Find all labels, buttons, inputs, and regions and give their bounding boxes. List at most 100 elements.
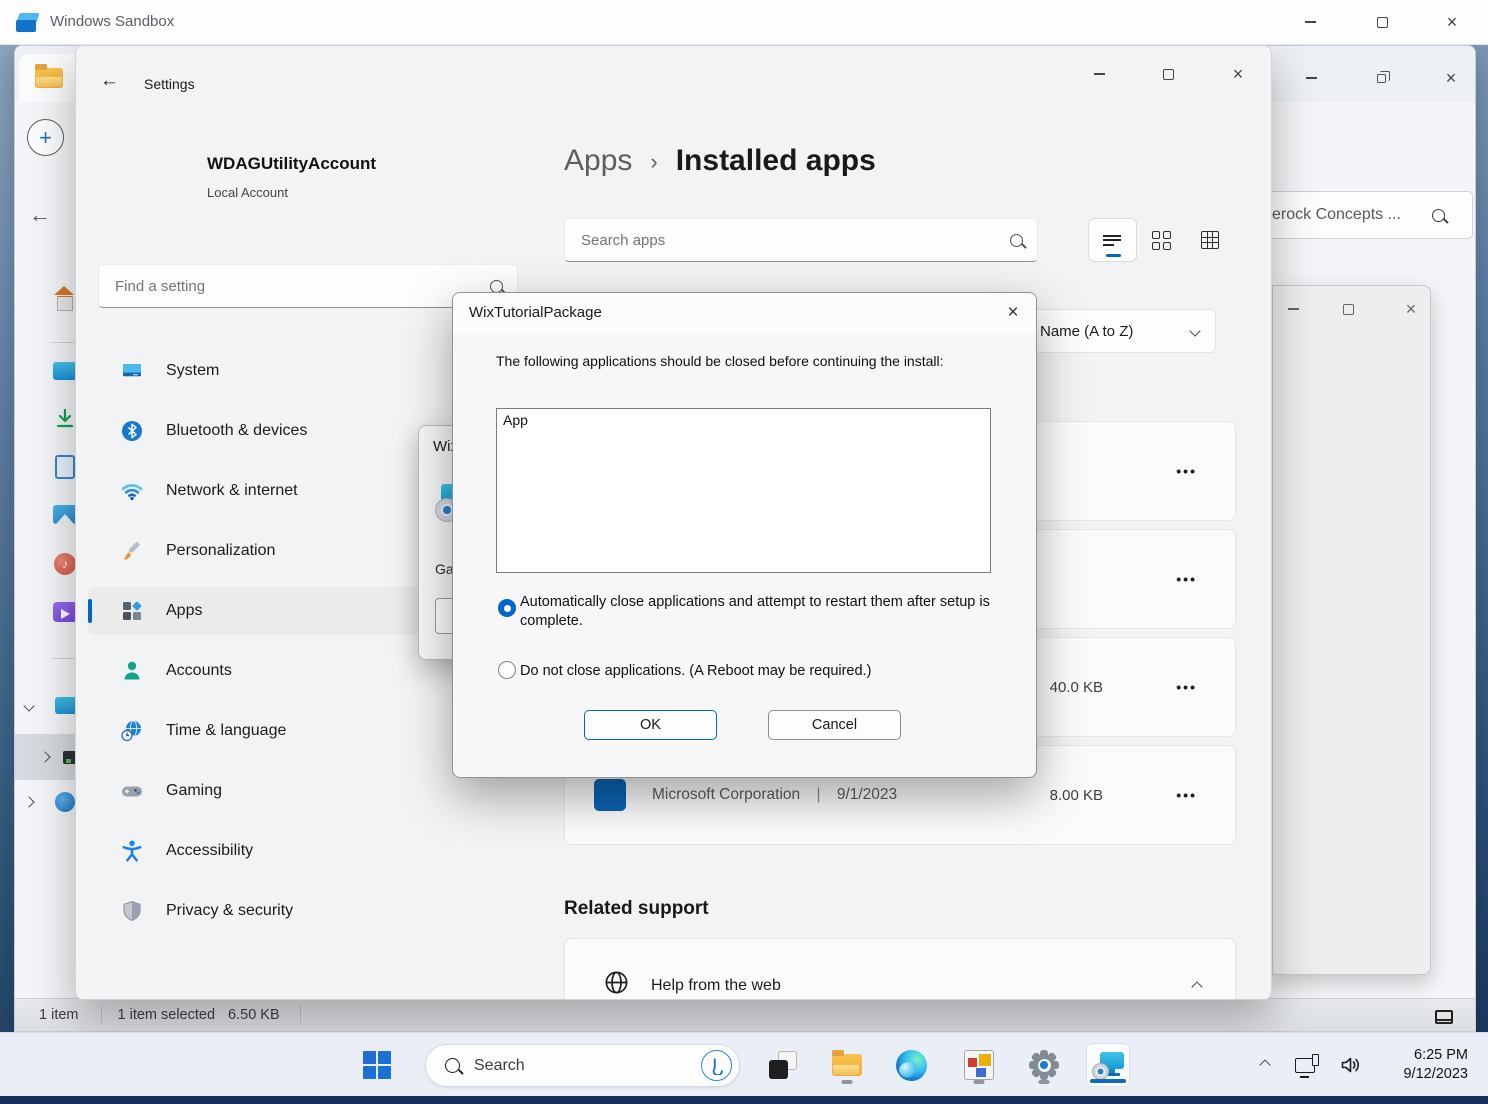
host-minimize-button[interactable] [1287,0,1333,44]
host-titlebar: Windows Sandbox × [0,0,1488,45]
tray-date: 9/12/2023 [1403,1065,1468,1084]
folder-icon [832,1054,862,1076]
tree-expand-chevron[interactable] [23,796,34,807]
sidebar-item-videos[interactable] [53,602,77,622]
installer-app-icon [1092,1050,1124,1080]
settings-minimize-button[interactable] [1076,52,1122,96]
task-view-button[interactable] [761,1043,805,1087]
selection-count: 1 item selected [118,1007,216,1023]
listbox-item[interactable]: App [503,412,984,428]
sidebar-item-this-pc[interactable] [55,697,77,714]
sidebar-item-desktop[interactable] [53,359,77,383]
settings-back-button[interactable]: ← [100,70,119,92]
sidebar-item-music[interactable]: ♪ [54,553,76,575]
search-icon [490,280,503,293]
app-size: 8.00 KB [1050,787,1103,804]
sidebar-item-accessibility[interactable]: Accessibility [88,827,494,875]
more-options-button[interactable]: ••• [1176,571,1197,587]
wifi-icon [120,479,144,503]
dialog-message: The following applications should be clo… [496,353,944,369]
taskbar-settings[interactable] [1022,1043,1066,1087]
dialog-close-button[interactable]: × [990,293,1036,333]
radio-auto-close-label[interactable]: Automatically close applications and att… [520,593,998,631]
breadcrumb-apps[interactable]: Apps [564,144,632,178]
active-running-indicator [1090,1079,1126,1084]
applications-listbox[interactable]: App [496,408,991,573]
tree-collapse-chevron[interactable] [23,700,34,711]
explorer-restore-button[interactable] [1358,56,1404,100]
sidebar-item-pictures[interactable] [53,505,77,524]
table-view-button[interactable] [1185,218,1234,262]
network-icon[interactable] [1295,1058,1315,1073]
settings-maximize-button[interactable] [1145,52,1191,96]
running-indicator [974,1080,985,1084]
related-support-heading: Related support [564,898,709,920]
bing-icon [701,1050,732,1081]
sidebar-item-time-language[interactable]: Time & language [88,707,494,755]
search-apps-box[interactable] [564,218,1038,262]
cancel-button[interactable]: Cancel [768,710,901,740]
help-from-web-label: Help from the web [651,977,781,995]
search-icon [1432,209,1445,222]
new-item-button[interactable]: + [27,119,64,156]
more-options-button[interactable]: ••• [1176,463,1197,479]
tray-overflow-chevron[interactable] [1260,1059,1271,1070]
sort-label: Name (A to Z) [1040,323,1133,340]
task-view-icon [769,1051,797,1079]
thumbnails-view-button[interactable] [1427,1003,1461,1031]
settings-close-button[interactable]: × [1215,52,1261,96]
sidebar-item-system[interactable]: System [88,347,494,395]
more-options-button[interactable]: ••• [1176,787,1197,803]
chevron-up-icon[interactable] [1191,981,1202,992]
bgwin-minimize-button[interactable] [1273,294,1313,324]
system-icon [120,359,144,383]
host-maximize-button[interactable] [1359,0,1405,44]
explorer-status-bar: 1 item 1 item selected 6.50 KB [15,998,1475,1031]
sidebar-item-documents[interactable] [55,455,75,479]
explorer-search-input[interactable] [1272,206,1432,224]
start-button[interactable] [355,1043,399,1087]
edge-icon [896,1050,927,1081]
radio-no-close[interactable] [498,661,516,679]
windows-sandbox-desktop: { "host": { "title": "Windows Sandbox" }… [0,0,1488,1104]
taskbar-search-input[interactable] [474,1057,701,1075]
volume-icon[interactable] [1339,1053,1363,1077]
more-options-button[interactable]: ••• [1176,679,1197,695]
item-count: 1 item [39,1007,79,1023]
taskbar-edge[interactable] [889,1043,933,1087]
bgwin-maximize-button[interactable] [1328,294,1368,324]
find-setting-input[interactable] [115,278,490,295]
sidebar-item-gaming[interactable]: Gaming [88,767,494,815]
explorer-minimize-button[interactable] [1288,56,1334,100]
tree-expand-chevron[interactable] [39,751,50,762]
taskbar-clock[interactable]: 6:25 PM 9/12/2023 [1403,1046,1468,1084]
explorer-close-button[interactable]: × [1428,56,1474,100]
host-close-button[interactable]: × [1429,0,1475,44]
list-view-button[interactable] [1088,218,1137,262]
taskbar-search-box[interactable] [425,1044,740,1087]
search-apps-input[interactable] [581,232,1010,249]
taskbar: 6:25 PM 9/12/2023 [0,1032,1488,1096]
help-from-web-card[interactable]: Help from the web [564,938,1236,1000]
account-name: WDAGUtilityAccount [207,154,376,174]
explorer-back-button[interactable]: ← [29,202,51,228]
sidebar-item-network[interactable] [55,792,75,812]
tiles-app-icon [964,1050,994,1080]
chevron-down-icon [1189,325,1200,336]
system-tray: 6:25 PM 9/12/2023 [1261,1033,1468,1097]
radio-auto-close[interactable] [498,599,516,617]
radio-no-close-label[interactable]: Do not close applications. (A Reboot may… [520,662,1020,681]
settings-title: Settings [144,76,195,92]
background-window: × [1272,285,1431,975]
taskbar-file-explorer[interactable] [825,1043,869,1087]
ok-button[interactable]: OK [584,710,717,740]
taskbar-installer-active[interactable] [1086,1043,1130,1087]
explorer-search-box[interactable] [1255,191,1473,239]
grid-view-button[interactable] [1137,218,1186,262]
bgwin-close-button[interactable]: × [1391,294,1431,324]
sort-dropdown[interactable]: Name (A to Z) [1011,309,1216,353]
sidebar-item-privacy-security[interactable]: Privacy & security [88,887,494,935]
taskbar-tiles-app[interactable] [957,1043,1001,1087]
app-date: 9/1/2023 [837,786,897,803]
sidebar-item-downloads[interactable] [53,407,77,431]
